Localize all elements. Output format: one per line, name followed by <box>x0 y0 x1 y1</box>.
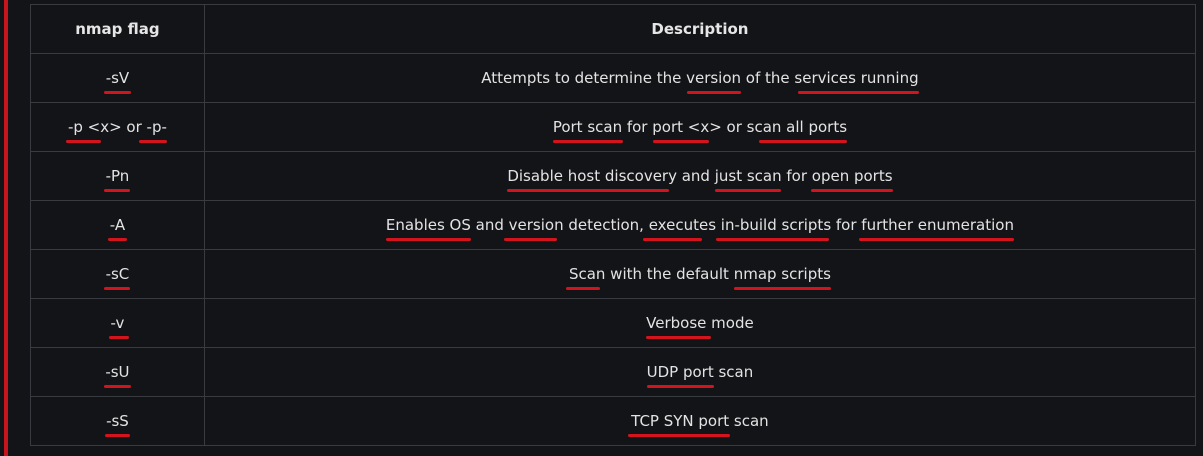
flag-text: -sU <box>104 363 131 388</box>
flag-cell: -p <x> or -p- <box>30 102 205 152</box>
flag-cell: -A <box>30 200 205 250</box>
red-underline-mark <box>552 140 624 143</box>
description-cell: Verbose mode <box>203 298 1197 348</box>
red-underline-mark <box>108 238 127 241</box>
red-underline-mark <box>104 385 131 388</box>
nmap-flags-table: nmap flag Description -sV Attempts to de… <box>30 4 1197 446</box>
flag-cell: -sU <box>30 347 205 397</box>
description-text: Port scan for port <x> or scan all ports <box>552 118 847 143</box>
red-underline-mark <box>139 140 167 143</box>
red-underline-mark <box>103 91 132 94</box>
flag-text: -A <box>108 216 127 241</box>
description-cell: Scan with the default nmap scripts <box>203 249 1197 299</box>
table-row: -A Enables OS and version detection, exe… <box>30 200 1197 250</box>
red-underline-mark <box>503 238 557 241</box>
description-text: Disable host discovery and just scan for… <box>507 167 893 192</box>
red-underline-mark <box>798 91 919 94</box>
red-underline-mark <box>566 287 601 290</box>
red-underline-mark <box>646 336 711 339</box>
flag-text: -v <box>109 314 130 339</box>
description-text: Attempts to determine the version of the… <box>481 69 919 94</box>
red-underline-mark <box>686 91 742 94</box>
red-underline-mark <box>810 189 893 192</box>
flag-cell: -sS <box>30 396 205 446</box>
description-cell: TCP SYN port scan <box>203 396 1197 446</box>
description-cell: Disable host discovery and just scan for… <box>203 151 1197 201</box>
red-underline-mark <box>104 434 130 437</box>
flag-text: -sV <box>103 69 132 94</box>
header-description: Description <box>203 4 1197 54</box>
red-underline-mark <box>646 385 714 388</box>
description-cell: UDP port scan <box>203 347 1197 397</box>
red-underline-mark <box>65 140 101 143</box>
table-row: -sS TCP SYN port scan <box>30 396 1197 446</box>
flag-cell: -sC <box>30 249 205 299</box>
description-text: UDP port scan <box>646 363 753 388</box>
table-row: -p <x> or -p- Port scan for port <x> or … <box>30 102 1197 152</box>
red-underline-mark <box>643 238 702 241</box>
red-underline-mark <box>507 189 670 192</box>
red-underline-mark <box>733 287 831 290</box>
red-underline-mark <box>385 238 471 241</box>
description-text: Scan with the default nmap scripts <box>566 265 831 290</box>
red-underline-mark <box>715 189 781 192</box>
red-underline-mark <box>109 336 130 339</box>
flag-text: -sC <box>104 265 131 290</box>
table-row: -sC Scan with the default nmap scripts <box>30 249 1197 299</box>
table-header-row: nmap flag Description <box>30 4 1197 54</box>
table-row: -Pn Disable host discovery and just scan… <box>30 151 1197 201</box>
red-underline-mark <box>104 189 131 192</box>
table-row: -sV Attempts to determine the version of… <box>30 53 1197 103</box>
red-underline-mark <box>758 140 848 143</box>
description-cell: Enables OS and version detection, execut… <box>203 200 1197 250</box>
red-underline-mark <box>104 287 131 290</box>
flag-text: -p <x> or -p- <box>65 118 167 143</box>
flag-cell: -Pn <box>30 151 205 201</box>
description-text: TCP SYN port scan <box>628 412 769 437</box>
description-text: Verbose mode <box>646 314 754 339</box>
flag-text: -sS <box>104 412 130 437</box>
table-row: -sU UDP port scan <box>30 347 1197 397</box>
red-underline-mark <box>628 434 731 437</box>
red-underline-mark <box>858 238 1014 241</box>
left-accent-bar <box>4 0 8 456</box>
flag-cell: -v <box>30 298 205 348</box>
header-flag: nmap flag <box>30 4 205 54</box>
description-text: Enables OS and version detection, execut… <box>385 216 1014 241</box>
description-cell: Port scan for port <x> or scan all ports <box>203 102 1197 152</box>
red-underline-mark <box>716 238 829 241</box>
flag-cell: -sV <box>30 53 205 103</box>
table-row: -v Verbose mode <box>30 298 1197 348</box>
description-cell: Attempts to determine the version of the… <box>203 53 1197 103</box>
flag-text: -Pn <box>104 167 131 192</box>
page: nmap flag Description -sV Attempts to de… <box>0 0 1203 456</box>
red-underline-mark <box>652 140 709 143</box>
